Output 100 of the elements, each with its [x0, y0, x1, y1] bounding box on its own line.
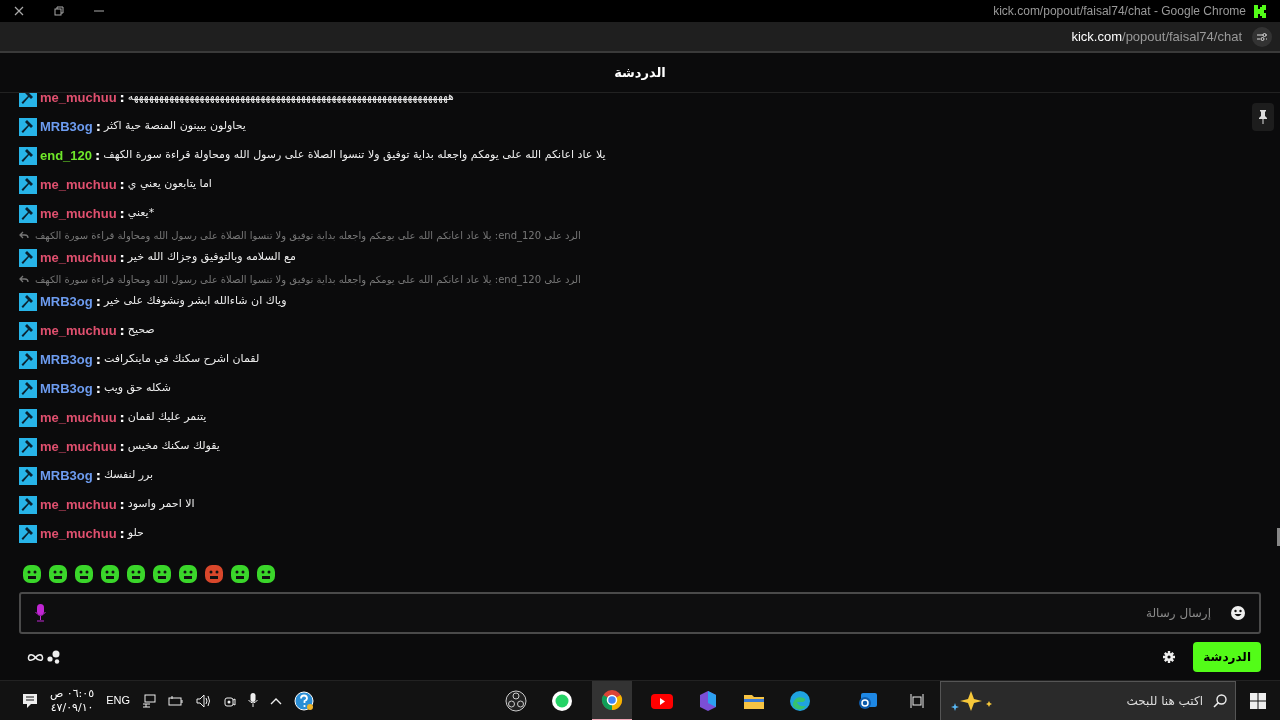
task-view-icon[interactable] — [909, 692, 925, 709]
chrome-icon — [600, 687, 624, 712]
settings-icon[interactable] — [1163, 651, 1176, 663]
username[interactable]: MRB3og — [40, 349, 93, 370]
dots-icon[interactable] — [47, 650, 61, 664]
site-settings-icon[interactable] — [1252, 26, 1272, 47]
restore-icon[interactable] — [54, 6, 64, 16]
language-indicator[interactable]: ENG — [106, 692, 130, 709]
separator: : — [95, 292, 101, 311]
moderator-badge-icon — [19, 466, 37, 485]
search-field[interactable]: اكتب هنا للبحث — [940, 680, 1236, 720]
emote-icon[interactable] — [73, 563, 95, 585]
address-bar[interactable]: kick.com/popout/faisal74/chat — [1071, 26, 1242, 47]
chevron-up-icon[interactable] — [270, 696, 282, 705]
username[interactable]: MRB3og — [40, 116, 93, 137]
message-text: حلو — [127, 525, 144, 542]
moderator-badge-icon — [19, 321, 37, 340]
message-text: *يعني — [127, 205, 155, 222]
separator: : — [119, 175, 125, 194]
emote-icon[interactable] — [21, 563, 43, 585]
emote-icon[interactable] — [151, 563, 173, 585]
message-text: يقولك سكنك مخيس — [127, 438, 220, 455]
emote-icon[interactable] — [47, 563, 69, 585]
moderator-badge-icon — [19, 248, 37, 267]
mail-icon[interactable] — [857, 690, 879, 711]
username[interactable]: end_120 — [40, 145, 93, 166]
moderator-badge-icon — [19, 146, 37, 165]
infinity-icon[interactable] — [27, 652, 44, 662]
pin-icon — [1258, 110, 1268, 124]
separator: : — [119, 408, 125, 427]
pin-button[interactable] — [1252, 103, 1274, 131]
reply-context[interactable]: الرد على end_120: يلا عاد اعانكم الله على يومكم واجعله بداية توفيق ولا تنسوا الصلاة على رسول الله ومحاولة قراءة سورة الكهف — [35, 228, 581, 243]
message-text: وياك ان شاءالله ابشر ونشوفك على خير — [103, 293, 287, 310]
separator: : — [95, 379, 101, 398]
close-icon[interactable] — [14, 6, 24, 16]
clock-date[interactable]: ٤٧/٠٩/١٠ — [50, 700, 94, 715]
emote-icon[interactable] — [229, 563, 251, 585]
emote-icon[interactable] — [99, 563, 121, 585]
message-text: هههههههههههههههههههههههههههههههههههههههههههههههههههههههههههههههه — [127, 93, 454, 106]
taskbar-app-button[interactable] — [592, 680, 632, 720]
moderator-badge-icon — [19, 117, 37, 136]
username[interactable]: me_muchuu — [40, 523, 117, 544]
emote-icon[interactable] — [203, 563, 225, 585]
separator: : — [119, 437, 125, 456]
moderator-badge-icon — [19, 408, 37, 427]
username[interactable]: me_muchuu — [40, 93, 117, 108]
username[interactable]: me_muchuu — [40, 407, 117, 428]
chat-title: الدردشة — [614, 63, 666, 82]
message-text: مع السلامه وبالتوفيق وجزاك الله خير — [127, 249, 296, 266]
help-icon[interactable] — [294, 690, 314, 711]
message-text: برر لنفسك — [103, 467, 154, 484]
edge-icon — [788, 688, 812, 713]
separator: : — [95, 146, 101, 165]
username[interactable]: me_muchuu — [40, 203, 117, 224]
emote-icon[interactable] — [125, 563, 147, 585]
username[interactable]: me_muchuu — [40, 247, 117, 268]
emoji-icon[interactable] — [1231, 606, 1245, 620]
moderator-badge-icon — [19, 93, 37, 107]
username[interactable]: me_muchuu — [40, 436, 117, 457]
message-field[interactable]: إرسال رسالة — [19, 592, 1261, 634]
emote-icon[interactable] — [177, 563, 199, 585]
moderator-badge-icon — [19, 204, 37, 223]
username[interactable]: me_muchuu — [40, 494, 117, 515]
username[interactable]: MRB3og — [40, 378, 93, 399]
moderator-badge-icon — [19, 524, 37, 543]
volume-icon[interactable] — [196, 693, 212, 708]
message-text: يلا عاد اعانكم الله على يومكم واجعله بداية توفيق ولا تنسوا الصلاة على رسول الله ومحاولة قراءة سورة الكهف — [103, 147, 606, 164]
separator: : — [119, 524, 125, 543]
separator: : — [95, 350, 101, 369]
moderator-badge-icon — [19, 350, 37, 369]
separator: : — [119, 321, 125, 340]
search-icon — [1213, 693, 1227, 708]
microphone-icon[interactable] — [248, 693, 258, 708]
search-placeholder: اكتب هنا للبحث — [1126, 692, 1203, 710]
separator: : — [119, 495, 125, 514]
scrollbar-thumb[interactable] — [1277, 528, 1280, 546]
separator: : — [119, 204, 125, 223]
message-text: شكله حق ويب — [103, 380, 171, 397]
message-text: الا احمر واسود — [127, 496, 195, 513]
clock-time[interactable]: ٠٦:٠٥ ص — [50, 686, 95, 701]
username[interactable]: me_muchuu — [40, 320, 117, 341]
separator: : — [95, 117, 101, 136]
network-icon[interactable] — [142, 693, 156, 708]
username[interactable]: MRB3og — [40, 291, 93, 312]
message-text: لقمان اشرح سكنك في ماينكرافت — [103, 351, 260, 368]
moderator-badge-icon — [19, 292, 37, 311]
chat-button[interactable]: الدردشة — [1193, 642, 1261, 672]
message-text: يحاولون يبينون المنصة حية اكثر — [103, 118, 246, 135]
moderator-badge-icon — [19, 379, 37, 398]
separator: : — [119, 93, 125, 107]
message-text: يتنمر عليك لقمان — [127, 409, 207, 426]
windows-start-icon[interactable] — [1250, 692, 1266, 709]
battery-icon[interactable] — [168, 694, 184, 707]
reply-context[interactable]: الرد على end_120: يلا عاد اعانكم الله على يومكم واجعله بداية توفيق ولا تنسوا الصلاة على رسول الله ومحاولة قراءة سورة الكهف — [35, 272, 581, 287]
emote-icon[interactable] — [255, 563, 277, 585]
username[interactable]: me_muchuu — [40, 174, 117, 195]
username[interactable]: MRB3og — [40, 465, 93, 486]
message-input[interactable]: إرسال رسالة — [1011, 604, 1211, 622]
notification-icon[interactable] — [22, 692, 38, 709]
reply-icon — [19, 231, 29, 240]
